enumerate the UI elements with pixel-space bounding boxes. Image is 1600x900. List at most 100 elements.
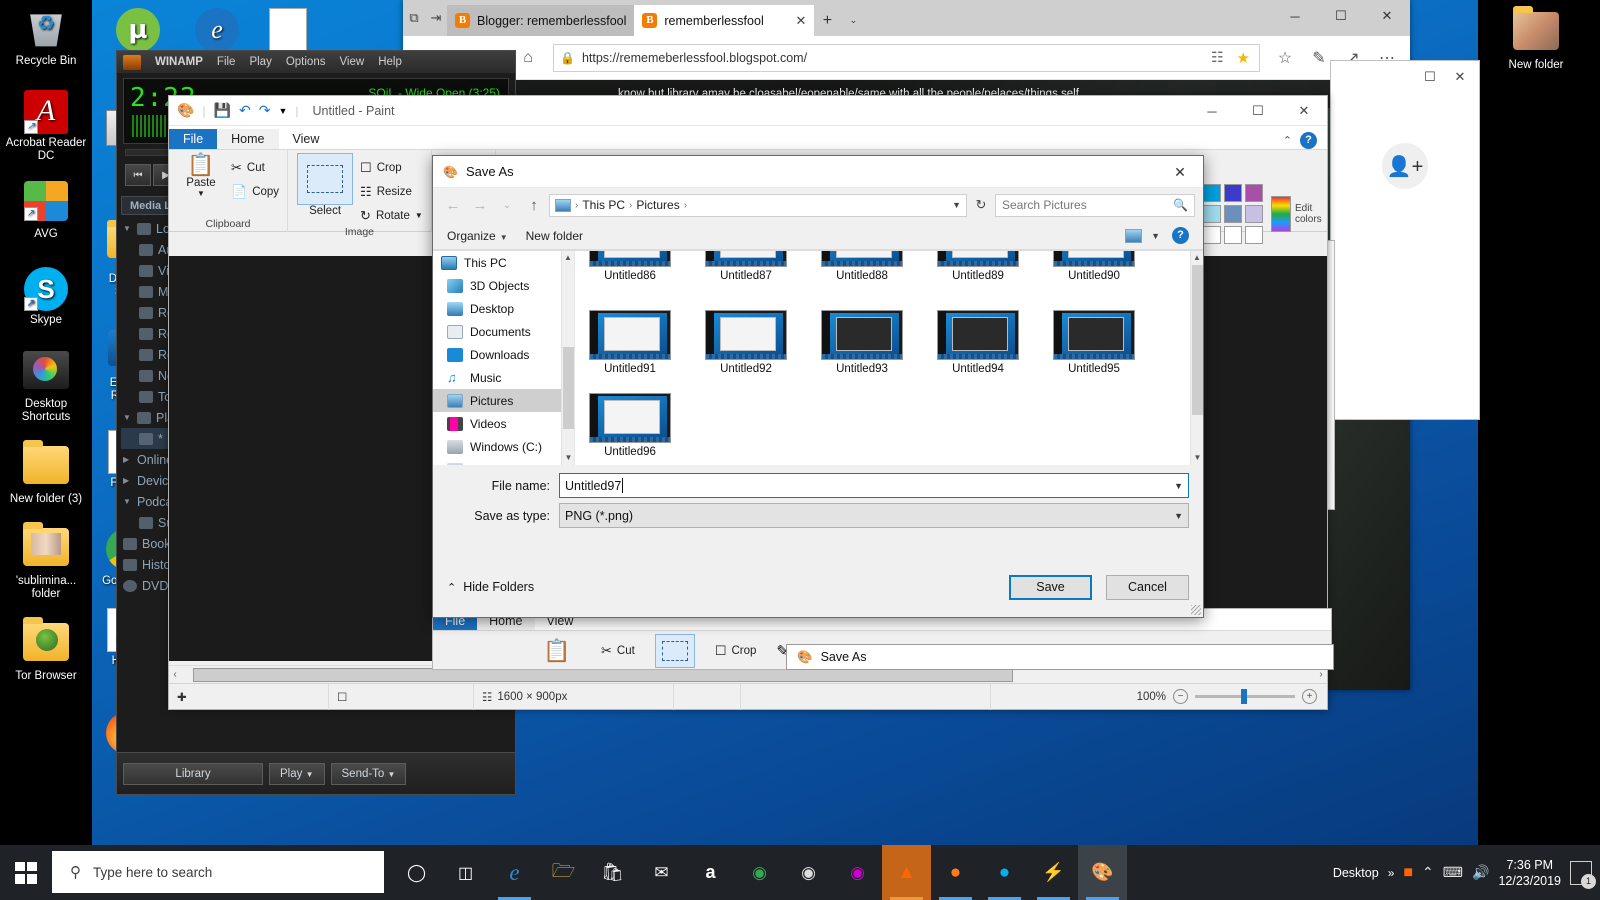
clock[interactable]: 7:36 PM 12/23/2019 xyxy=(1498,857,1561,889)
input-indicator-icon[interactable]: ⌨ xyxy=(1443,864,1463,881)
cut-button[interactable]: ✂ Cut xyxy=(231,157,279,178)
expander-icon[interactable]: ▼ xyxy=(123,497,132,506)
breadcrumb-pictures[interactable]: Pictures xyxy=(636,198,679,212)
play-button[interactable]: Play ▼ xyxy=(269,762,325,785)
color-swatch[interactable] xyxy=(1203,226,1221,244)
zoom-slider-knob[interactable] xyxy=(1241,689,1247,704)
library-button[interactable]: Library xyxy=(123,762,263,785)
file-item[interactable]: Untitled86 xyxy=(589,251,671,282)
file-list-scrollbar[interactable]: ▲ ▼ xyxy=(1190,251,1203,465)
file-item[interactable]: Untitled93 xyxy=(821,310,903,375)
taskbar-app-tripadvisor-icon[interactable]: ◉ xyxy=(735,845,784,900)
taskbar-app-microsoft-store-icon[interactable]: 🛍 xyxy=(588,845,637,900)
desktop-icon-tor-browser[interactable]: Tor Browser xyxy=(4,617,88,683)
color-swatch[interactable] xyxy=(1224,184,1242,202)
breadcrumb[interactable]: › This PC › Pictures › ▼ xyxy=(549,193,967,217)
desktop-icon-recycle-bin[interactable]: Recycle Bin xyxy=(4,8,88,68)
desktop-icon-skype[interactable]: S ↗ Skype xyxy=(4,267,88,327)
navigation-pane[interactable]: This PC 3D Objects Desktop Documents Dow… xyxy=(433,251,575,465)
paint-title-bar[interactable]: 🎨 | 💾 ↶ ↷ ▼ | Untitled - Paint ─ ☐ ✕ xyxy=(169,96,1327,126)
address-bar[interactable]: 🔒 https://rememeberlessfool.blogspot.com… xyxy=(553,43,1260,72)
minimize-button[interactable]: ─ xyxy=(1189,96,1235,126)
file-item[interactable]: Untitled95 xyxy=(1053,310,1135,375)
scroll-up-icon[interactable]: ▲ xyxy=(1191,251,1203,265)
sidebar-item-pictures[interactable]: Pictures xyxy=(433,389,574,412)
maximize-button[interactable]: ☐ xyxy=(1417,64,1443,90)
cancel-button[interactable]: Cancel xyxy=(1106,574,1189,600)
chevron-down-icon[interactable]: ▼ xyxy=(306,770,314,779)
organize-button[interactable]: Organize ▼ xyxy=(447,229,508,243)
favorites-hub-icon[interactable]: ☆ xyxy=(1270,43,1300,73)
save-icon[interactable]: 💾 xyxy=(214,102,231,119)
sidebar-item-documents[interactable]: Documents xyxy=(433,320,574,343)
desktop-icon-acrobat[interactable]: A ↗ Acrobat Reader DC xyxy=(4,90,88,163)
color-swatch[interactable] xyxy=(1245,184,1263,202)
maximize-button[interactable]: ☐ xyxy=(1318,0,1364,32)
edge-tab-1[interactable]: B rememberlessfool ✕ xyxy=(634,5,815,36)
action-center-icon[interactable]: 1 xyxy=(1570,860,1596,889)
sidebar-item-music[interactable]: ♫ Music xyxy=(433,366,574,389)
taskbar-app-paint-icon[interactable]: 🎨 xyxy=(1078,845,1127,900)
taskbar-app-mail-icon[interactable]: ✉ xyxy=(637,845,686,900)
desktop-icon-new-folder-3[interactable]: New folder (3) xyxy=(4,440,88,506)
sidebar-item-recovery-d[interactable]: RECOVERY (D:) xyxy=(433,458,574,465)
help-icon[interactable]: ? xyxy=(1172,227,1189,244)
breadcrumb-this-pc[interactable]: This PC xyxy=(582,198,625,212)
edit-colors-button[interactable] xyxy=(1271,196,1291,232)
expander-icon[interactable]: ▼ xyxy=(123,224,132,233)
expander-icon[interactable]: ▶ xyxy=(123,476,132,485)
taskbar-app-task-view-icon[interactable]: ◫ xyxy=(441,845,490,900)
sidebar-item-3d-objects[interactable]: 3D Objects xyxy=(433,274,574,297)
scroll-left-icon[interactable]: ‹ xyxy=(169,669,181,680)
select-button[interactable]: Select xyxy=(296,153,354,217)
sidebar-item-videos[interactable]: Videos xyxy=(433,412,574,435)
color-swatch[interactable] xyxy=(1203,184,1221,202)
zoom-out-button[interactable]: − xyxy=(1173,689,1188,704)
crop-button[interactable]: ☐ Crop xyxy=(715,640,757,661)
file-item[interactable]: Untitled92 xyxy=(705,310,787,375)
star-icon[interactable]: ★ xyxy=(1234,49,1253,67)
taskbar-app-cortana-icon[interactable]: ◯ xyxy=(392,845,441,900)
scrollbar-thumb[interactable] xyxy=(563,347,574,429)
close-button[interactable]: ✕ xyxy=(1447,64,1473,90)
desktop-icon-subliminal-folder[interactable]: 'sublimina... folder xyxy=(4,522,88,601)
crop-button[interactable]: ☐ Crop xyxy=(360,157,423,178)
save-as-dialog[interactable]: 🎨 Save As ✕ ← → ⌄ ↑ › This PC › Pictures… xyxy=(432,155,1204,618)
file-item[interactable]: Untitled87 xyxy=(705,251,787,282)
scrollbar-thumb[interactable] xyxy=(1192,265,1203,415)
chevron-down-icon[interactable]: ▼ xyxy=(952,200,961,210)
edge-tab-0[interactable]: B Blogger: rememberlessfool xyxy=(447,5,635,36)
desktop-icon-desktop-shortcuts[interactable]: Desktop Shortcuts xyxy=(4,351,88,424)
expander-icon[interactable]: ▼ xyxy=(123,413,132,422)
file-item[interactable]: Untitled96 xyxy=(589,393,671,458)
edge-title-bar[interactable]: ⧉ ⇥ B Blogger: rememberlessfool B rememb… xyxy=(403,0,1410,36)
file-list-pane[interactable]: Untitled86 Untitled87 Untitled88 Untitle… xyxy=(575,251,1203,465)
avg-tray-icon[interactable]: ■ xyxy=(1403,864,1413,882)
collapse-ribbon-icon[interactable]: ⌃ xyxy=(1283,134,1292,147)
file-name-input[interactable]: Untitled97 ▼ xyxy=(559,473,1189,498)
taskbar-app-winamp-icon[interactable]: ⚡ xyxy=(1029,845,1078,900)
tab-preview-icon[interactable]: ⧉ xyxy=(403,0,425,36)
file-item[interactable]: Untitled90 xyxy=(1053,251,1135,282)
help-icon[interactable]: ? xyxy=(1300,132,1317,149)
chevron-down-icon[interactable]: ▼ xyxy=(415,211,423,220)
scroll-up-icon[interactable]: ▲ xyxy=(562,251,574,265)
previous-icon[interactable]: ⏮ xyxy=(125,164,151,186)
minimize-button[interactable]: ─ xyxy=(1272,0,1318,32)
file-item[interactable]: Untitled94 xyxy=(937,310,1019,375)
back-icon[interactable]: ← xyxy=(441,193,465,217)
up-icon[interactable]: ↑ xyxy=(522,193,546,217)
add-user-icon[interactable]: 👤+ xyxy=(1382,143,1428,189)
paste-button[interactable]: 📋 xyxy=(533,638,581,663)
file-item[interactable]: Untitled89 xyxy=(937,251,1019,282)
sidebar-item-windows-c[interactable]: Windows (C:) xyxy=(433,435,574,458)
start-button[interactable] xyxy=(0,845,52,900)
undo-icon[interactable]: ↶ xyxy=(239,102,251,119)
reading-view-icon[interactable]: ☷ xyxy=(1208,49,1227,66)
search-input[interactable]: Search Pictures 🔍 xyxy=(995,193,1195,217)
file-item[interactable]: Untitled88 xyxy=(821,251,903,282)
winamp-menu-options[interactable]: Options xyxy=(286,56,326,68)
volume-icon[interactable]: 🔊 xyxy=(1472,864,1489,881)
recent-locations-icon[interactable]: ⌄ xyxy=(495,193,519,217)
send-to-button[interactable]: Send-To ▼ xyxy=(330,762,407,785)
